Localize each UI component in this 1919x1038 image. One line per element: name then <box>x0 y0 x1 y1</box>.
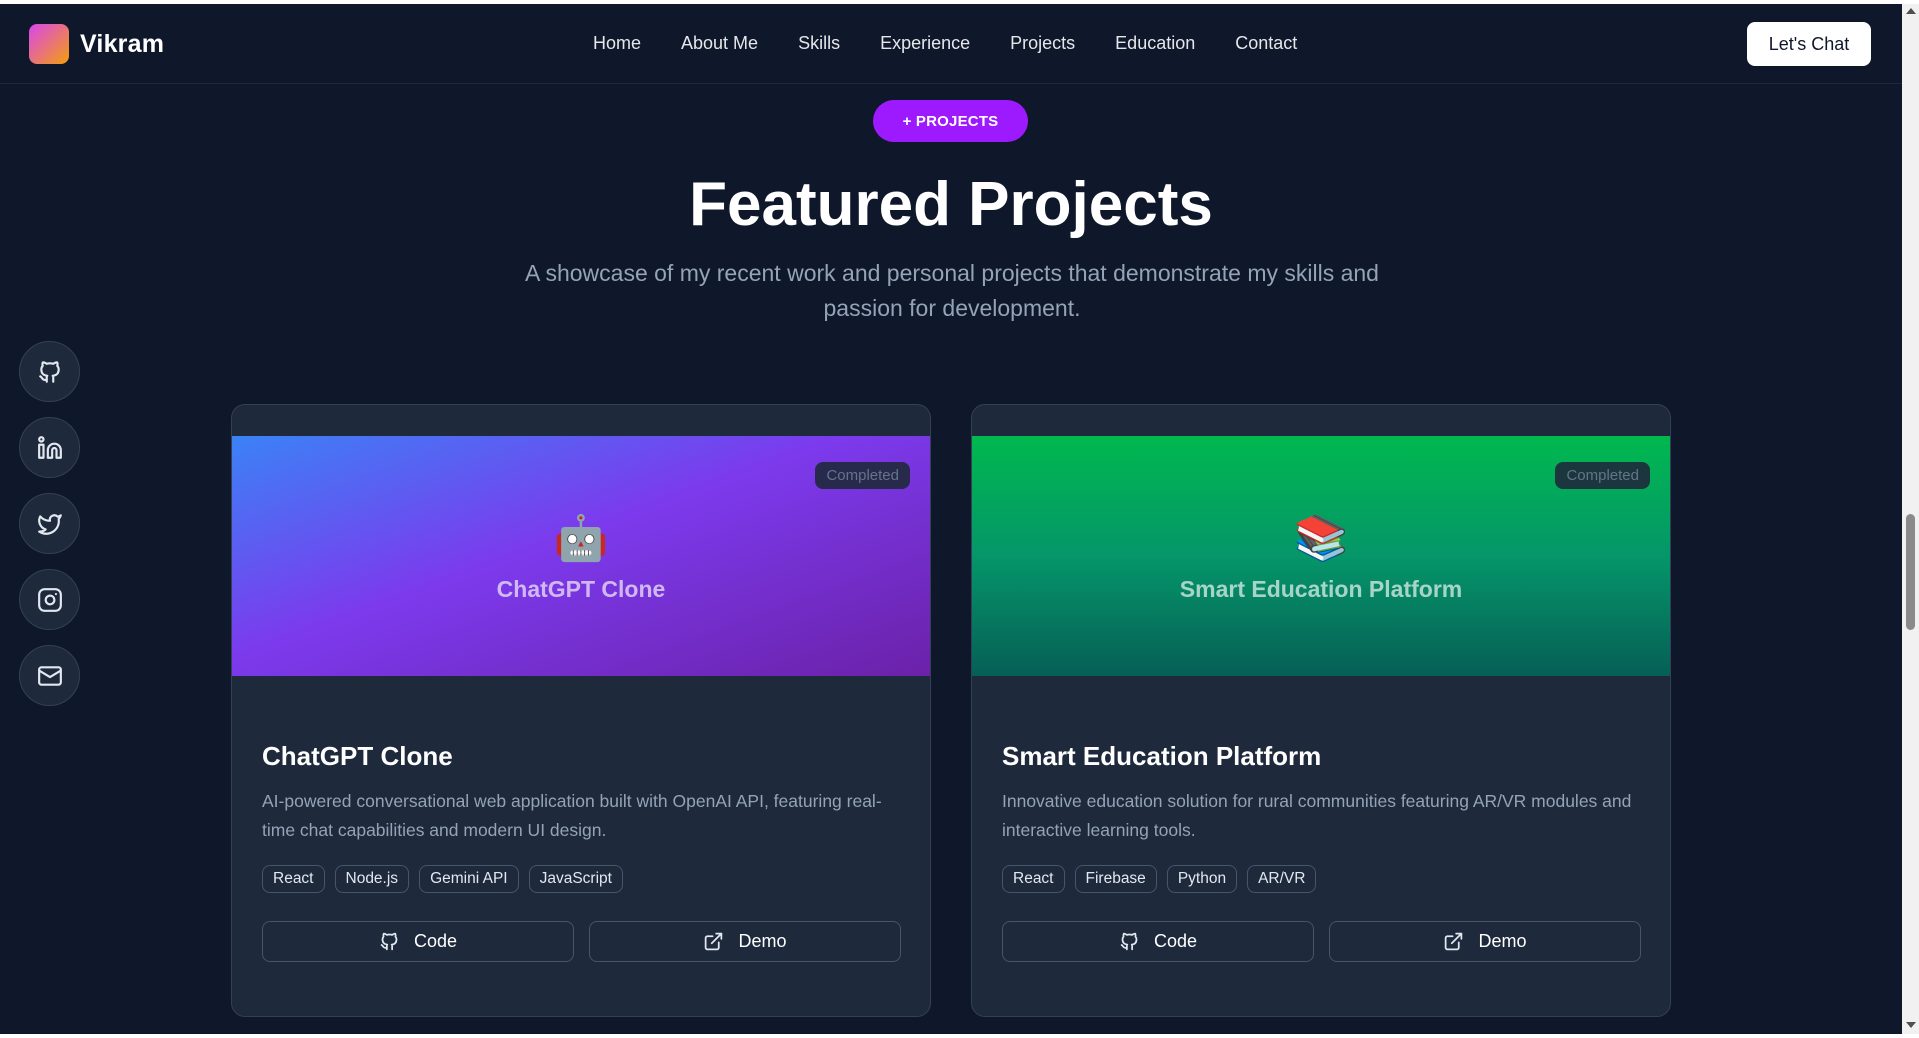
twitter-icon <box>37 513 62 535</box>
tech-tag: React <box>262 865 325 893</box>
project-card: Completed 📚 Smart Education Platform Sma… <box>971 404 1671 1017</box>
site-header: Vikram Home About Me Skills Experience P… <box>0 4 1902 84</box>
code-button[interactable]: Code <box>262 921 574 962</box>
tech-tag: AR/VR <box>1247 865 1317 893</box>
email-link[interactable] <box>19 645 80 706</box>
robot-icon: 🤖 <box>553 514 609 563</box>
tech-tags: React Node.js Gemini API JavaScript <box>262 865 623 893</box>
external-link-icon <box>705 932 723 951</box>
project-banner: Completed 🤖 ChatGPT Clone <box>232 436 930 676</box>
tech-tag: Node.js <box>334 865 410 893</box>
lets-chat-button[interactable]: Let's Chat <box>1747 22 1871 66</box>
tech-tags: React Firebase Python AR/VR <box>1002 865 1317 893</box>
linkedin-icon <box>37 435 62 459</box>
external-link-icon <box>1445 932 1463 951</box>
project-actions: Code Demo <box>1002 921 1641 962</box>
nav-home[interactable]: Home <box>593 33 641 54</box>
tech-tag: JavaScript <box>528 865 623 893</box>
brand-name: Vikram <box>80 29 165 58</box>
github-icon <box>1120 932 1138 951</box>
demo-button[interactable]: Demo <box>1329 921 1641 962</box>
project-card: Completed 🤖 ChatGPT Clone ChatGPT Clone … <box>231 404 931 1017</box>
tech-tag: Python <box>1166 865 1238 893</box>
demo-button-label: Demo <box>738 931 787 951</box>
mail-icon <box>37 665 62 686</box>
nav-experience[interactable]: Experience <box>880 33 970 54</box>
nav-about[interactable]: About Me <box>681 33 758 54</box>
nav-projects[interactable]: Projects <box>1010 33 1075 54</box>
demo-button-label: Demo <box>1478 931 1527 951</box>
nav-contact[interactable]: Contact <box>1235 33 1297 54</box>
page: Vikram Home About Me Skills Experience P… <box>0 4 1902 1036</box>
banner-title: ChatGPT Clone <box>496 576 666 602</box>
instagram-link[interactable] <box>19 569 80 630</box>
page-subtitle: A showcase of my recent work and persona… <box>525 260 1379 321</box>
twitter-link[interactable] <box>19 493 80 554</box>
project-title: Smart Education Platform <box>1002 741 1322 771</box>
code-button-label: Code <box>413 931 458 951</box>
github-icon <box>38 360 60 383</box>
tech-tag: Gemini API <box>419 865 519 893</box>
project-description: Innovative education solution for rural … <box>1002 791 1632 840</box>
scroll-down-arrow-icon[interactable] <box>1906 1022 1916 1028</box>
status-badge: Completed <box>815 462 910 489</box>
instagram-icon <box>37 587 62 612</box>
demo-button[interactable]: Demo <box>589 921 901 962</box>
logo-mark <box>29 24 69 64</box>
github-icon <box>380 932 398 951</box>
main-nav: Home About Me Skills Experience Projects… <box>593 33 1297 54</box>
code-button[interactable]: Code <box>1002 921 1314 962</box>
code-button-label: Code <box>1153 931 1198 951</box>
status-badge: Completed <box>1555 462 1650 489</box>
banner-title: Smart Education Platform <box>1179 576 1463 602</box>
section-pill: + PROJECTS <box>873 100 1028 142</box>
scrollbar-thumb[interactable] <box>1906 514 1915 630</box>
social-sidebar <box>19 341 80 706</box>
brand-logo[interactable]: Vikram <box>29 24 164 64</box>
linkedin-link[interactable] <box>19 417 80 478</box>
page-title: Featured Projects <box>689 170 1213 239</box>
project-banner: Completed 📚 Smart Education Platform <box>972 436 1670 676</box>
books-icon: 📚 <box>1293 514 1349 563</box>
nav-skills[interactable]: Skills <box>798 33 840 54</box>
nav-education[interactable]: Education <box>1115 33 1195 54</box>
project-description: AI-powered conversational web applicatio… <box>262 791 882 840</box>
github-link[interactable] <box>19 341 80 402</box>
tech-tag: React <box>1002 865 1065 893</box>
scroll-up-arrow-icon[interactable] <box>1906 8 1916 14</box>
vertical-scrollbar[interactable] <box>1902 4 1919 1034</box>
project-title: ChatGPT Clone <box>262 741 453 771</box>
tech-tag: Firebase <box>1074 865 1157 893</box>
project-actions: Code Demo <box>262 921 901 962</box>
